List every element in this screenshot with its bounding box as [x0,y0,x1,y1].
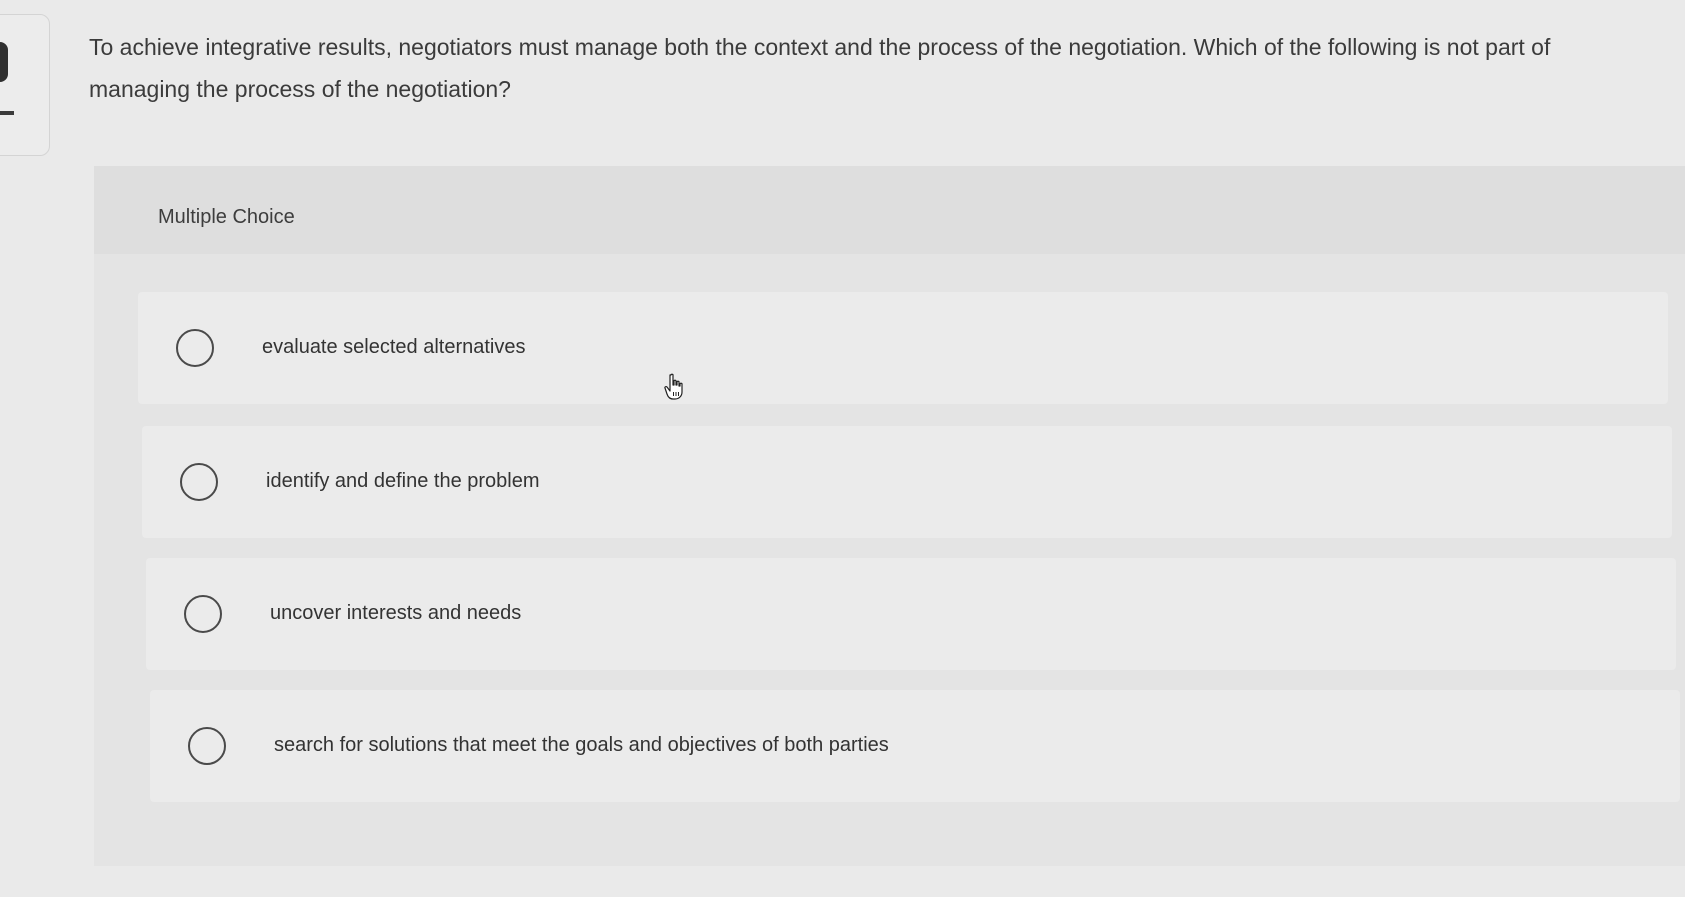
choice-option[interactable]: search for solutions that meet the goals… [150,690,1680,802]
radio-button-icon[interactable] [180,463,218,501]
choice-label[interactable]: identify and define the problem [266,470,540,493]
question-text: To achieve integrative results, negotiat… [89,34,1551,102]
choice-option[interactable]: evaluate selected alternatives [138,292,1668,404]
radio-button-icon[interactable] [188,727,226,765]
panel-header: Multiple Choice [94,166,1685,254]
choice-label[interactable]: uncover interests and needs [270,602,521,625]
choice-label[interactable]: evaluate selected alternatives [262,336,526,359]
question-type-label: Multiple Choice [158,206,295,228]
choice-option[interactable]: identify and define the problem [142,426,1672,538]
side-toggle-handle[interactable] [0,42,8,82]
radio-button-icon[interactable] [176,329,214,367]
answer-panel: Multiple Choice evaluate selected altern… [94,166,1685,866]
radio-button-icon[interactable] [184,595,222,633]
choice-option[interactable]: uncover interests and needs [146,558,1676,670]
hand-pointer-icon [664,373,683,400]
choice-label[interactable]: search for solutions that meet the goals… [274,734,889,757]
side-dash-marker [0,111,14,115]
side-panel-edge [0,14,50,156]
